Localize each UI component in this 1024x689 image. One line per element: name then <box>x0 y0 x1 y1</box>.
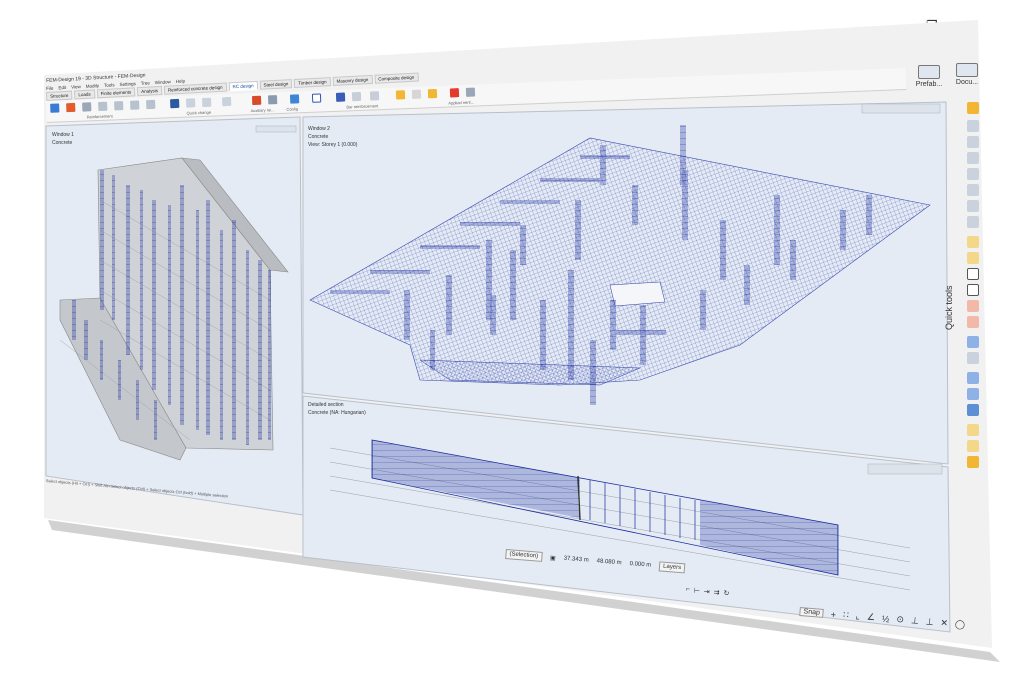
object-2-icon[interactable] <box>967 252 979 264</box>
draw-tool-3-icon[interactable]: ⇥ <box>703 587 710 595</box>
z-coordinate: 0.000 m <box>629 560 652 569</box>
selection-toggle-icon[interactable]: ▣ <box>550 554 556 561</box>
app-window: FEM-Design 19 - 3D Structure - FEM-Desig… <box>0 0 1024 689</box>
snap-perpendicular-icon[interactable]: ⊥ <box>910 615 920 627</box>
viewport-center-title: Window 2 <box>308 126 330 132</box>
viewport-left-title: Window 1 <box>52 132 74 138</box>
viewport-bottom-title: Detailed section <box>308 402 344 408</box>
y-coordinate: 48.080 m <box>596 558 622 567</box>
viewport-center-view: View: Storey 1 (0.000) <box>308 142 358 148</box>
zoom-extents-icon[interactable] <box>967 120 979 132</box>
draw-tool-4-icon[interactable]: ⇉ <box>713 588 720 596</box>
snap-center-icon[interactable]: ⊙ <box>896 614 904 626</box>
viewport-bottom-subtitle: Concrete (NA: Hungarian) <box>308 410 366 416</box>
move-icon[interactable] <box>967 300 979 312</box>
snap-plus-icon[interactable]: + <box>830 609 836 619</box>
snap-angle-icon[interactable]: ∠ <box>866 612 876 624</box>
selection-field[interactable]: (Selection) <box>505 548 543 562</box>
viewport-center-controls[interactable] <box>861 103 941 114</box>
dimension-icon[interactable] <box>967 284 979 296</box>
redo-icon[interactable] <box>967 352 979 364</box>
draw-tool-1-icon[interactable]: ⌐ <box>685 586 690 594</box>
copy-icon[interactable] <box>967 316 979 328</box>
folder-3-icon[interactable] <box>967 456 979 468</box>
viewports: Window 1 Concrete Window 2 Concrete View… <box>45 101 951 633</box>
pan-icon[interactable] <box>967 152 979 164</box>
section-icon[interactable] <box>967 404 979 416</box>
snap-grid-icon[interactable]: ∷ <box>843 610 850 621</box>
draw-tool-5-icon[interactable]: ↻ <box>723 589 730 597</box>
snap-corner-icon[interactable]: ⌞ <box>855 611 860 622</box>
quick-tools-label: Quick tools <box>944 285 954 330</box>
folder-icon[interactable] <box>967 424 979 436</box>
snap-base-icon[interactable]: ⊥ <box>925 616 934 628</box>
snap-cross-icon[interactable]: ✕ <box>940 618 948 630</box>
object-icon[interactable] <box>967 236 979 248</box>
quick-tools-panel <box>962 100 984 620</box>
snap-half-icon[interactable]: ½ <box>882 613 890 624</box>
draw-tool-2-icon[interactable]: ⊢ <box>693 587 700 595</box>
viewport-center-subtitle: Concrete <box>308 134 329 140</box>
x-coordinate: 37.343 m <box>563 555 589 564</box>
undo-icon[interactable] <box>967 336 979 348</box>
layers-icon[interactable] <box>967 102 979 114</box>
snap-button[interactable]: Snap <box>799 606 825 618</box>
layers-button[interactable]: Layers <box>658 561 686 574</box>
display-2-icon[interactable] <box>967 388 979 400</box>
view-front-icon[interactable] <box>967 200 979 212</box>
folder-2-icon[interactable] <box>967 440 979 452</box>
viewport-left-subtitle: Concrete <box>52 140 73 146</box>
view-side-icon[interactable] <box>967 216 979 228</box>
zoom-icon[interactable] <box>967 136 979 148</box>
view-top-icon[interactable] <box>967 184 979 196</box>
viewport-bottom-controls[interactable] <box>867 463 943 475</box>
text-icon[interactable] <box>967 268 979 280</box>
snap-tangent-icon[interactable]: ◯ <box>955 619 966 631</box>
view-3d-icon[interactable] <box>967 168 979 180</box>
viewport-left-controls[interactable] <box>255 125 297 133</box>
display-icon[interactable] <box>967 372 979 384</box>
